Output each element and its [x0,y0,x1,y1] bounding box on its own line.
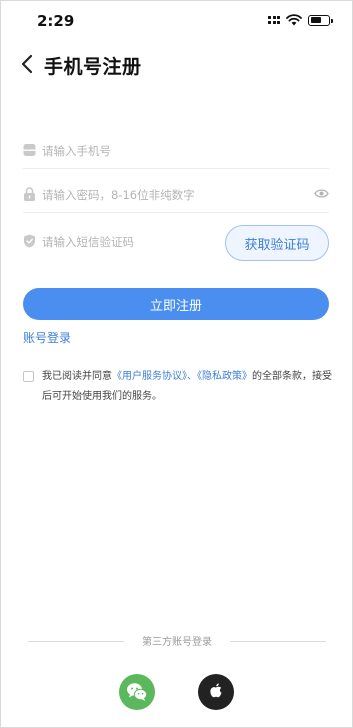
divider-right [230,641,326,642]
status-time: 2:29 [37,12,75,30]
account-login-link[interactable]: 账号登录 [23,329,71,346]
page-title: 手机号注册 [44,56,142,78]
register-button[interactable]: 立即注册 [23,288,329,320]
eye-icon[interactable] [314,188,329,199]
user-agreement-link[interactable]: 《用户服务协议》 [112,371,187,382]
phone-screen: 2:29 手机号注册 请输入手机号 请输入短信验证码 获取验证码 立即注册 账号… [0,0,353,728]
agreement-checkbox[interactable] [23,371,34,382]
phone-input[interactable] [42,139,292,163]
third-party-label: 第三方账号登录 [142,637,212,648]
password-field [23,179,329,213]
wechat-icon [127,683,148,701]
password-input[interactable] [42,183,292,207]
agreement-text: 我已阅读并同意《用户服务协议》、《隐私政策》的全部条款，接受后可开始使用我们的服… [42,367,332,407]
wechat-login-button[interactable] [119,674,155,710]
divider-left [28,641,124,642]
battery-icon [308,14,333,26]
wifi-icon [286,14,302,26]
status-bar: 2:29 [1,1,352,41]
apple-login-button[interactable] [198,674,234,710]
privacy-policy-link[interactable]: 《隐私政策》 [197,371,252,382]
agreement-prefix: 我已阅读并同意 [42,371,112,382]
apple-icon [210,683,222,698]
shield-icon [24,234,35,248]
phone-field [23,135,329,169]
header: 手机号注册 [1,49,352,81]
status-icons [268,14,333,26]
phone-icon [23,144,36,156]
lock-icon [24,187,35,201]
get-code-button[interactable]: 获取验证码 [225,225,329,261]
signal-icon [268,16,280,24]
third-party-login: 第三方账号登录 [28,633,326,649]
back-arrow-icon[interactable] [19,53,37,75]
agreement-separator: 、 [187,371,197,382]
